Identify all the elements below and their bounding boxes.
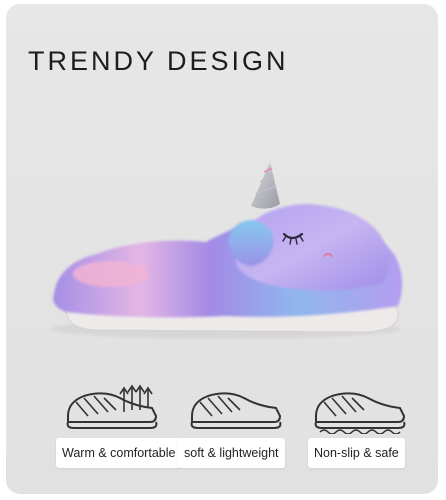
slipper-nonslip-icon bbox=[314, 392, 406, 434]
product-banner: TRENDY DESIGN Warm & comfortable soft & … bbox=[6, 4, 438, 494]
unicorn-slipper-image bbox=[51, 162, 403, 339]
feature-list: Warm & comfortable soft & lightweight No… bbox=[6, 378, 438, 478]
feature-label: Warm & comfortable bbox=[56, 438, 182, 468]
feature-item: soft & lightweight bbox=[178, 378, 298, 478]
headline: TRENDY DESIGN bbox=[28, 46, 289, 76]
feature-label: Non-slip & safe bbox=[308, 438, 405, 468]
slipper-breathable-icon bbox=[66, 384, 158, 429]
feature-item: Warm & comfortable bbox=[54, 378, 182, 478]
feature-item: Non-slip & safe bbox=[302, 378, 422, 478]
slipper-lightweight-icon bbox=[190, 392, 282, 429]
feature-label: soft & lightweight bbox=[178, 438, 285, 468]
